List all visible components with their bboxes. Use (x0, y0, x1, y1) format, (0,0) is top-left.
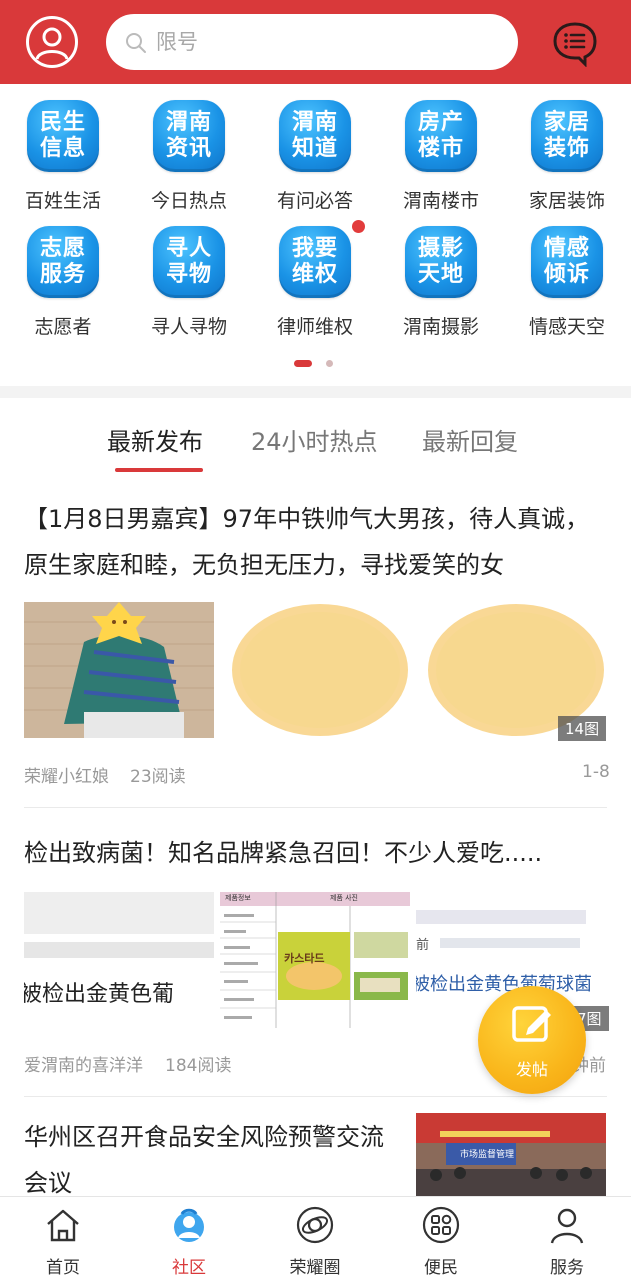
bottom-nav: 首页 社区 荣耀圈 便民 服务 (0, 1196, 631, 1280)
grid-item-lost-found[interactable]: 寻人 寻物 寻人寻物 (126, 212, 252, 338)
banner-text: 市场监督管理 (460, 1150, 515, 1160)
messages-button[interactable] (551, 19, 599, 68)
top-bar (0, 0, 631, 84)
post-divider (24, 807, 607, 808)
active-tab-indicator (115, 468, 203, 472)
volunteer-tile-icon: 志愿 服务 (27, 226, 99, 298)
compose-icon (512, 1006, 551, 1042)
news-tile-icon: 渭南 资讯 (153, 100, 225, 172)
search-bar[interactable] (106, 14, 518, 70)
grid-item-real-estate[interactable]: 房产 楼市 渭南楼市 (378, 86, 504, 212)
grid-item-label: 志愿者 (34, 316, 92, 338)
blurred-image (416, 910, 586, 924)
profile-avatar-button[interactable] (26, 16, 78, 68)
grid-item-label: 百姓生活 (24, 190, 101, 212)
search-icon (126, 33, 146, 53)
search-input[interactable] (156, 24, 496, 60)
post-divider (24, 1096, 607, 1097)
grid-item-emotion[interactable]: 情感 倾诉 情感天空 (504, 212, 630, 338)
grid-item-label: 情感天空 (528, 316, 605, 338)
post-image[interactable]: 市场监督管理 (416, 1113, 606, 1196)
nav-label: 荣耀圈 (289, 1258, 341, 1278)
photography-tile-icon: 摄影 天地 (405, 226, 477, 298)
grid-item-volunteer[interactable]: 志愿 服务 志愿者 (0, 212, 126, 338)
page-dot-active[interactable] (294, 360, 312, 367)
category-grid: 民生 信息 百姓生活 渭南 资讯 今日热点 渭南 知道 有问必答 房产 楼市 渭南楼市 … (0, 86, 631, 386)
planet-icon (296, 1206, 334, 1244)
blurred-image (24, 892, 214, 934)
post-image[interactable] (220, 602, 410, 738)
grid-item-photography[interactable]: 摄影 天地 渭南摄影 (378, 212, 504, 338)
new-post-button[interactable]: 发帖 (478, 986, 586, 1094)
post-image[interactable]: 제품정보 제품 사진 카스타드 (220, 892, 410, 1028)
rights-tile-icon: 我要 维权 (279, 226, 351, 298)
home-icon (47, 1209, 79, 1242)
grid-item-rights[interactable]: 我要 维权 律师维权 (252, 212, 378, 338)
nav-label: 便民 (424, 1258, 458, 1278)
home-decor-tile-icon: 家居 装饰 (531, 100, 603, 172)
grid-item-qa[interactable]: 渭南 知道 有问必答 (252, 86, 378, 212)
blurred-image (440, 938, 580, 948)
image-count-badge: 14图 (558, 716, 607, 741)
grid-item-label: 渭南楼市 (402, 190, 479, 212)
tab-latest[interactable]: 最新发布 (107, 422, 203, 457)
grid-item-home-decor[interactable]: 家居 装饰 家居装饰 (504, 86, 630, 212)
grid-item-label: 律师维权 (276, 316, 353, 338)
table-header-text: 제품정보 (225, 894, 251, 902)
blurred-image (220, 602, 410, 738)
grid-item-label: 寻人寻物 (150, 316, 227, 338)
post-title[interactable]: 检出致病菌！知名品牌紧急召回！不少人爱吃..... (24, 830, 606, 876)
image-caption-text: 被检出金黄色葡萄球菌 (416, 974, 592, 995)
post-image[interactable]: 被检出金黄色葡 (24, 892, 214, 1028)
post-image[interactable] (24, 602, 214, 738)
emotion-tile-icon: 情感 倾诉 (531, 226, 603, 298)
page-indicator (0, 358, 631, 370)
image-caption-text: 被检出金黄色葡 (24, 982, 175, 1007)
nav-label: 社区 (172, 1258, 206, 1278)
page-dot[interactable] (326, 360, 333, 367)
grid-item-news[interactable]: 渭南 资讯 今日热点 (126, 86, 252, 212)
feed-tabs: 最新发布 24小时热点 最新回复 (0, 398, 631, 478)
grid-item-label: 今日热点 (150, 190, 227, 212)
nav-label: 首页 (46, 1258, 80, 1278)
nav-item-convenience[interactable]: 便民 (378, 1197, 504, 1280)
post-title[interactable]: 【1月8日男嘉宾】97年中铁帅气大男孩，待人真诚，原生家庭和睦，无负担无压力，寻… (24, 496, 606, 588)
notification-dot (352, 220, 365, 233)
user-icon (35, 27, 69, 60)
new-post-label: 发帖 (515, 1060, 548, 1079)
post-reads: 23阅读 (130, 767, 186, 787)
grid-item-livelihood[interactable]: 民生 信息 百姓生活 (0, 86, 126, 212)
post-reads: 184阅读 (165, 1056, 232, 1076)
qa-tile-icon: 渭南 知道 (279, 100, 351, 172)
post-author[interactable]: 荣耀小红娘 (24, 762, 109, 787)
nav-label: 服务 (550, 1258, 584, 1278)
grid-item-label: 家居装饰 (528, 190, 605, 212)
blurred-image (24, 942, 214, 958)
post-time: 1-8 (582, 762, 610, 782)
chat-list-icon (553, 22, 597, 68)
photo-image (24, 602, 214, 738)
image-caption-text: 前 (416, 938, 430, 953)
grid-apps-icon (422, 1206, 460, 1244)
user-icon (550, 1208, 584, 1244)
nav-item-honor-circle[interactable]: 荣耀圈 (252, 1197, 378, 1280)
nav-item-community[interactable]: 社区 (126, 1197, 252, 1280)
section-divider (0, 386, 631, 398)
tab-24h-hot[interactable]: 24小时热点 (251, 422, 378, 457)
table-header-text: 제품 사진 (330, 894, 358, 902)
livelihood-tile-icon: 民生 信息 (27, 100, 99, 172)
post-title[interactable]: 华州区召开食品安全风险预警交流会议 (24, 1114, 394, 1206)
nav-item-home[interactable]: 首页 (0, 1197, 126, 1280)
real-estate-tile-icon: 房产 楼市 (405, 100, 477, 172)
grid-item-label: 渭南摄影 (402, 316, 479, 338)
nav-item-services[interactable]: 服务 (504, 1197, 630, 1280)
grid-item-label: 有问必答 (276, 190, 353, 212)
tab-latest-replies[interactable]: 最新回复 (422, 422, 518, 457)
community-icon (174, 1208, 204, 1242)
product-brand-text: 카스타드 (284, 952, 325, 965)
post-author[interactable]: 爱渭南的喜洋洋 (24, 1051, 143, 1076)
lost-found-tile-icon: 寻人 寻物 (153, 226, 225, 298)
